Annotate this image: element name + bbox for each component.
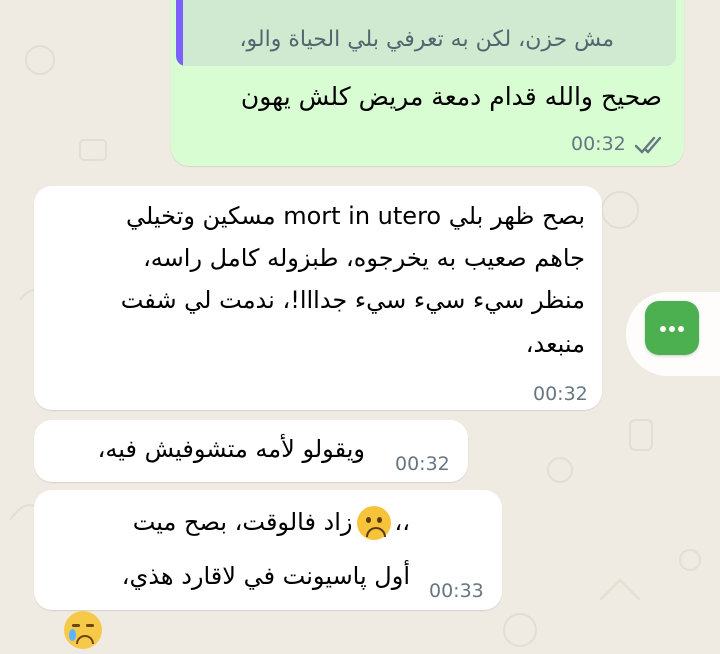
message-text: ويقولو لأمه متشوفيش فيه، [97,435,365,463]
quoted-reply[interactable]: مش حزن، لكن به تعرفي بلي الحياة والو، [176,0,676,66]
frowning-face-emoji [356,506,391,540]
message-timestamp: 00:32 [571,133,626,155]
message-text-part: زاد فالوقت، بصح ميت [132,508,353,536]
quote-accent-bar [176,0,183,66]
message-text-line-2: جاهم صعيب به يخرجوه، طبزوله كامل راسه، [143,244,585,272]
quoted-reply-text: مش حزن، لكن به تعرفي بلي الحياة والو، [239,27,614,52]
message-text: صحيح والله قدام دمعة مريض كلش يهون [240,82,662,111]
message-text-line-1: ،، زاد فالوقت، بصح ميت [133,504,410,540]
message-text-line-2: أول پاسيونت في لاقارد هذي، [121,562,410,590]
message-timestamp: 00:32 [395,453,450,475]
double-check-icon [634,136,662,154]
message-text-line-3: منظر سيء سيء سيء جدااا!، ندمت لي شفت [120,286,585,314]
message-text-line-4: منبعد، [525,330,585,358]
crying-face-emoji[interactable] [64,611,102,649]
more-options-button[interactable] [645,301,699,355]
message-timestamp: 00:32 [533,383,588,405]
message-text-line-1: بصح ظهر بلي mort in utero مسكين وتخيلي [125,202,585,230]
message-timestamp: 00:33 [429,580,484,602]
message-suffix: ،، [394,508,411,536]
